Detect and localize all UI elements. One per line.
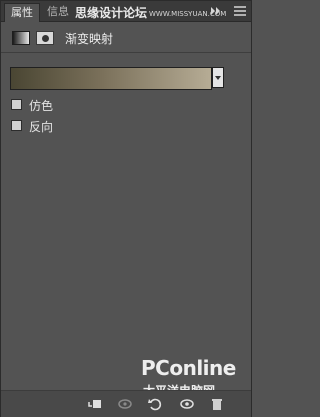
dither-checkbox[interactable] [11, 99, 22, 110]
reverse-checkbox[interactable] [11, 120, 22, 131]
reset-icon[interactable] [147, 396, 163, 412]
tab-info[interactable]: 信息 [41, 3, 75, 21]
gradient-map-adjustment-icon[interactable] [12, 31, 30, 45]
adjustment-header: 渐变映射 [1, 22, 251, 53]
properties-panel: 属性 信息 思缘设计论坛 WWW.MISSYUAN.COM 渐变映射 仿色 反向… [0, 0, 252, 417]
clip-to-layer-icon[interactable] [87, 396, 103, 412]
dither-label: 仿色 [29, 99, 54, 113]
reverse-label: 反向 [29, 120, 54, 134]
view-previous-state-icon[interactable] [117, 396, 133, 412]
tab-properties[interactable]: 属性 [4, 3, 40, 22]
adjustment-title: 渐变映射 [65, 32, 114, 46]
visibility-icon[interactable] [179, 396, 195, 412]
logo-text: PConline [141, 356, 236, 380]
collapse-panel-icon[interactable] [210, 6, 222, 16]
gradient-preview[interactable] [10, 67, 212, 90]
delete-icon[interactable] [209, 396, 225, 412]
tab-bar: 属性 信息 思缘设计论坛 WWW.MISSYUAN.COM [1, 1, 251, 22]
layer-mask-icon[interactable] [36, 31, 54, 45]
panel-menu-icon[interactable] [234, 6, 246, 16]
bottom-toolbar [1, 390, 251, 417]
gradient-picker[interactable] [10, 67, 224, 90]
gradient-dropdown-button[interactable] [212, 67, 224, 88]
watermark-text: 思缘设计论坛 [75, 6, 148, 20]
